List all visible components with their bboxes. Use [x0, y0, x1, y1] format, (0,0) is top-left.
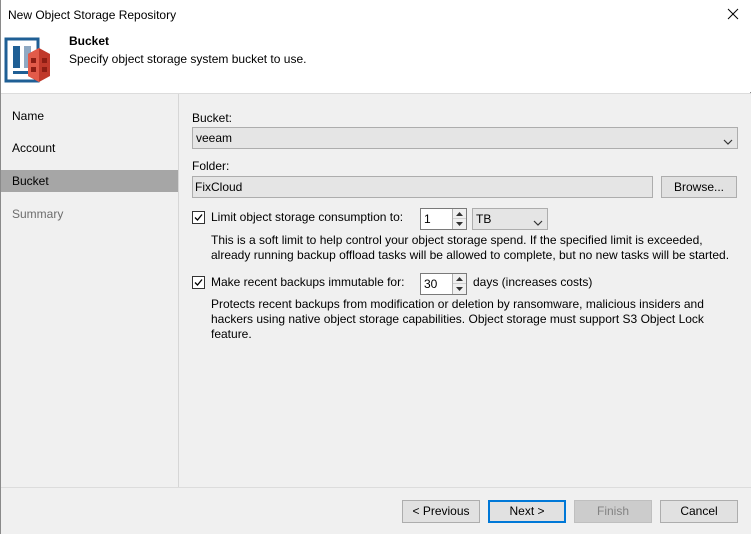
page-title: Bucket [69, 34, 110, 48]
dialog-window: New Object Storage Repository Bucket Spe… [0, 0, 751, 534]
stepper-down-icon[interactable] [453, 284, 466, 294]
wizard-body: Name Account Bucket Summary Bucket: veea… [1, 93, 751, 488]
sidebar-item-summary: Summary [12, 207, 64, 221]
wizard-header: Bucket Specify object storage system buc… [1, 30, 751, 92]
finish-button: Finish [574, 500, 652, 523]
immutable-description-line: Protects recent backups from modificatio… [211, 297, 704, 311]
folder-field[interactable]: FixCloud [192, 176, 653, 198]
wizard-steps-sidebar: Name Account Bucket Summary [1, 94, 179, 488]
previous-button[interactable]: < Previous [402, 500, 480, 523]
cancel-button[interactable]: Cancel [660, 500, 738, 523]
stepper-buttons [452, 274, 466, 294]
window-title: New Object Storage Repository [8, 8, 177, 22]
sidebar-item-bucket[interactable]: Bucket [1, 170, 178, 192]
chevron-down-icon [533, 214, 543, 226]
limit-description: This is a soft limit to help control you… [211, 233, 741, 263]
limit-unit-select[interactable]: TB [472, 208, 548, 230]
bucket-select[interactable]: veeam [192, 127, 738, 149]
bucket-settings-panel: Bucket: veeam Folder: FixCloud Browse...… [180, 94, 751, 488]
wizard-footer: < Previous Next > Finish Cancel [1, 487, 751, 534]
limit-consumption-checkbox[interactable] [192, 211, 205, 224]
limit-description-line: already running backup offload tasks wil… [211, 248, 730, 262]
page-subtitle: Specify object storage system bucket to … [69, 52, 307, 66]
immutable-days-stepper[interactable]: 30 [420, 273, 467, 295]
bucket-select-value: veeam [196, 131, 233, 145]
immutable-description-line: hackers using native object storage capa… [211, 312, 704, 326]
title-bar: New Object Storage Repository [1, 0, 751, 30]
immutable-days-value: 30 [424, 277, 438, 291]
browse-button[interactable]: Browse... [661, 176, 737, 198]
stepper-buttons [452, 209, 466, 229]
sidebar-item-account[interactable]: Account [1, 137, 178, 159]
limit-consumption-label: Limit object storage consumption to: [211, 210, 404, 224]
immutable-checkbox[interactable] [192, 276, 205, 289]
next-button[interactable]: Next > [488, 500, 566, 523]
object-storage-repository-icon [4, 36, 54, 86]
folder-label: Folder: [192, 159, 230, 173]
chevron-down-icon [723, 133, 733, 145]
close-icon[interactable] [723, 4, 743, 24]
limit-value-stepper[interactable]: 1 [420, 208, 467, 230]
immutable-description: Protects recent backups from modificatio… [211, 297, 741, 342]
limit-unit-value: TB [476, 212, 492, 226]
bucket-label: Bucket: [192, 111, 233, 125]
stepper-down-icon[interactable] [453, 219, 466, 229]
immutable-description-line: feature. [211, 327, 252, 341]
immutable-label: Make recent backups immutable for: [211, 275, 405, 289]
stepper-up-icon[interactable] [453, 209, 466, 219]
limit-value: 1 [424, 212, 431, 226]
sidebar-item-name[interactable]: Name [1, 105, 178, 127]
stepper-up-icon[interactable] [453, 274, 466, 284]
limit-description-line: This is a soft limit to help control you… [211, 233, 703, 247]
immutable-days-suffix: days (increases costs) [473, 275, 593, 289]
